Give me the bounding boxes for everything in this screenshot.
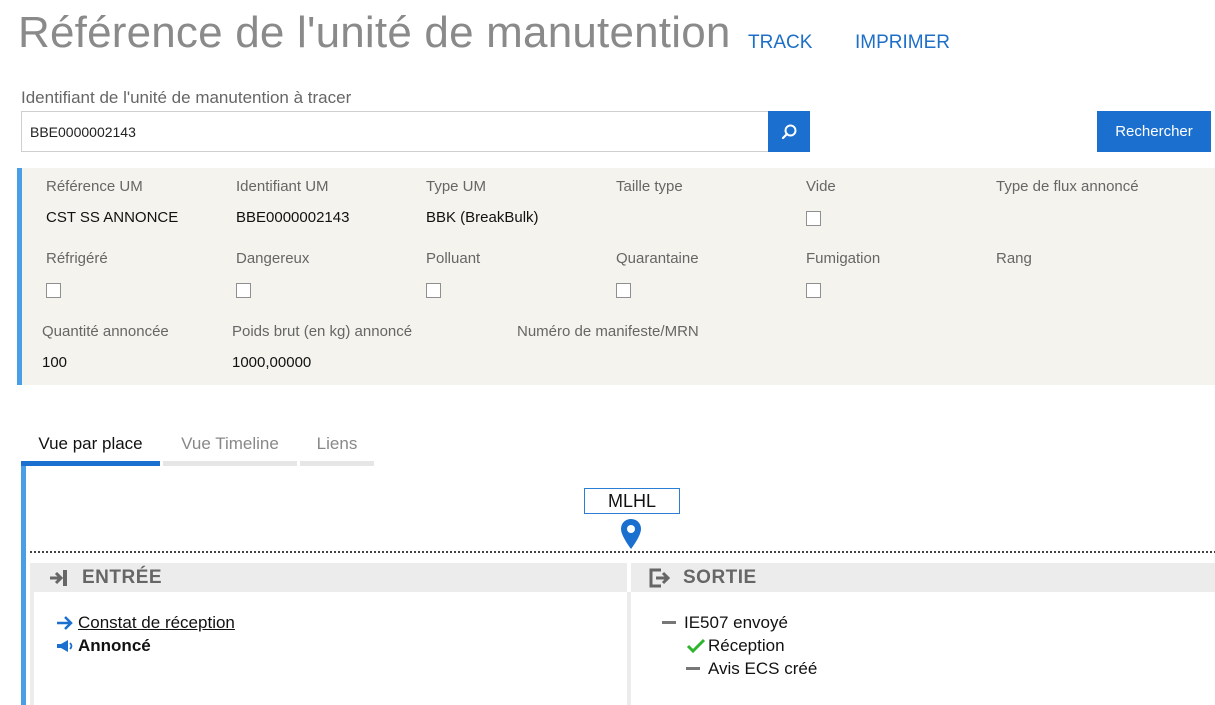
field-numero-manifeste: Numéro de manifeste/MRN — [517, 323, 699, 340]
event-label: Annoncé — [78, 636, 151, 655]
field-label: Taille type — [616, 178, 683, 195]
event-avis-ecs: Avis ECS créé — [686, 659, 817, 679]
page-title: Référence de l'unité de manutention — [18, 8, 731, 57]
field-refrigere: Réfrigéré — [46, 250, 108, 298]
field-label: Type de flux annoncé — [996, 178, 1139, 195]
tab-vue-timeline[interactable]: Vue Timeline — [163, 430, 297, 466]
sortie-header: SORTIE — [631, 563, 1215, 592]
entree-title: ENTRÉE — [82, 566, 163, 588]
field-label: Vide — [806, 178, 836, 195]
track-link[interactable]: TRACK — [748, 32, 812, 54]
field-taille-type: Taille type — [616, 178, 683, 195]
event-label: Avis ECS créé — [708, 659, 818, 678]
field-label: Réfrigéré — [46, 250, 108, 267]
field-label: Rang — [996, 250, 1032, 267]
sortie-title: SORTIE — [683, 566, 757, 588]
dash-icon — [686, 667, 708, 671]
search-input[interactable] — [21, 111, 769, 152]
event-constat-reception[interactable]: Constat de réception — [56, 613, 235, 633]
field-value: 1000,00000 — [232, 354, 312, 371]
entree-header: ENTRÉE — [30, 563, 627, 592]
search-label: Identifiant de l'unité de manutention à … — [21, 88, 352, 107]
field-label: Référence UM — [46, 178, 143, 195]
field-value: BBK (BreakBulk) — [426, 209, 539, 226]
enter-icon — [50, 569, 67, 586]
column-divider — [627, 592, 631, 705]
field-fumigation: Fumigation — [806, 250, 880, 298]
event-label[interactable]: Constat de réception — [78, 613, 235, 633]
exit-icon — [649, 568, 671, 587]
field-reference-um: Référence UM CST SS ANNONCE — [46, 178, 178, 226]
tab-vue-par-place[interactable]: Vue par place — [21, 430, 160, 466]
field-label: Quarantaine — [616, 250, 699, 267]
field-label: Identifiant UM — [236, 178, 329, 195]
field-value: BBE0000002143 — [236, 209, 350, 226]
field-vide: Vide — [806, 178, 836, 226]
event-label: IE507 envoyé — [684, 613, 788, 632]
refrigere-checkbox[interactable] — [46, 283, 61, 298]
field-value: CST SS ANNONCE — [46, 209, 179, 226]
megaphone-icon — [56, 638, 78, 654]
vide-checkbox[interactable] — [806, 211, 821, 226]
field-dangereux: Dangereux — [236, 250, 309, 298]
um-info-panel: Référence UM CST SS ANNONCE Identifiant … — [17, 168, 1215, 385]
field-poids-brut: Poids brut (en kg) annoncé 1000,00000 — [232, 323, 412, 371]
field-quarantaine: Quarantaine — [616, 250, 699, 298]
event-annonce: Annoncé — [56, 636, 151, 656]
tab-liens[interactable]: Liens — [300, 430, 374, 466]
field-identifiant-um: Identifiant UM BBE0000002143 — [236, 178, 349, 226]
search-icon — [781, 124, 797, 139]
field-label: Fumigation — [806, 250, 881, 267]
quarantaine-checkbox[interactable] — [616, 283, 631, 298]
place-label[interactable]: MLHL — [584, 488, 680, 514]
event-label: Réception — [708, 636, 785, 655]
field-label: Polluant — [426, 250, 481, 267]
event-ie507: IE507 envoyé — [662, 613, 788, 633]
field-label: Type UM — [426, 178, 487, 195]
field-value: 100 — [42, 354, 68, 371]
event-reception: Réception — [686, 636, 785, 656]
field-type-um: Type UM BBK (BreakBulk) — [426, 178, 539, 226]
print-link[interactable]: IMPRIMER — [855, 32, 950, 54]
search-button[interactable]: Rechercher — [1097, 111, 1211, 152]
search-icon-button[interactable] — [768, 111, 810, 152]
field-label: Numéro de manifeste/MRN — [517, 323, 699, 340]
field-label: Quantité annoncée — [42, 323, 169, 340]
field-type-flux: Type de flux annoncé — [996, 178, 1139, 195]
arrow-right-icon — [56, 615, 78, 631]
dash-icon — [662, 621, 684, 625]
place-view: MLHL ENTRÉE Constat de réception Annoncé — [21, 466, 1215, 705]
field-label: Dangereux — [236, 250, 310, 267]
field-polluant: Polluant — [426, 250, 480, 298]
checkmark-icon — [686, 638, 708, 654]
field-label: Poids brut (en kg) annoncé — [232, 323, 413, 340]
entree-left-strip — [30, 592, 34, 705]
fumigation-checkbox[interactable] — [806, 283, 821, 298]
location-pin-icon — [621, 519, 641, 549]
field-quantite-annoncee: Quantité annoncée 100 — [42, 323, 169, 371]
dangereux-checkbox[interactable] — [236, 283, 251, 298]
field-rang: Rang — [996, 250, 1032, 267]
place-divider-line — [30, 551, 1215, 553]
polluant-checkbox[interactable] — [426, 283, 441, 298]
